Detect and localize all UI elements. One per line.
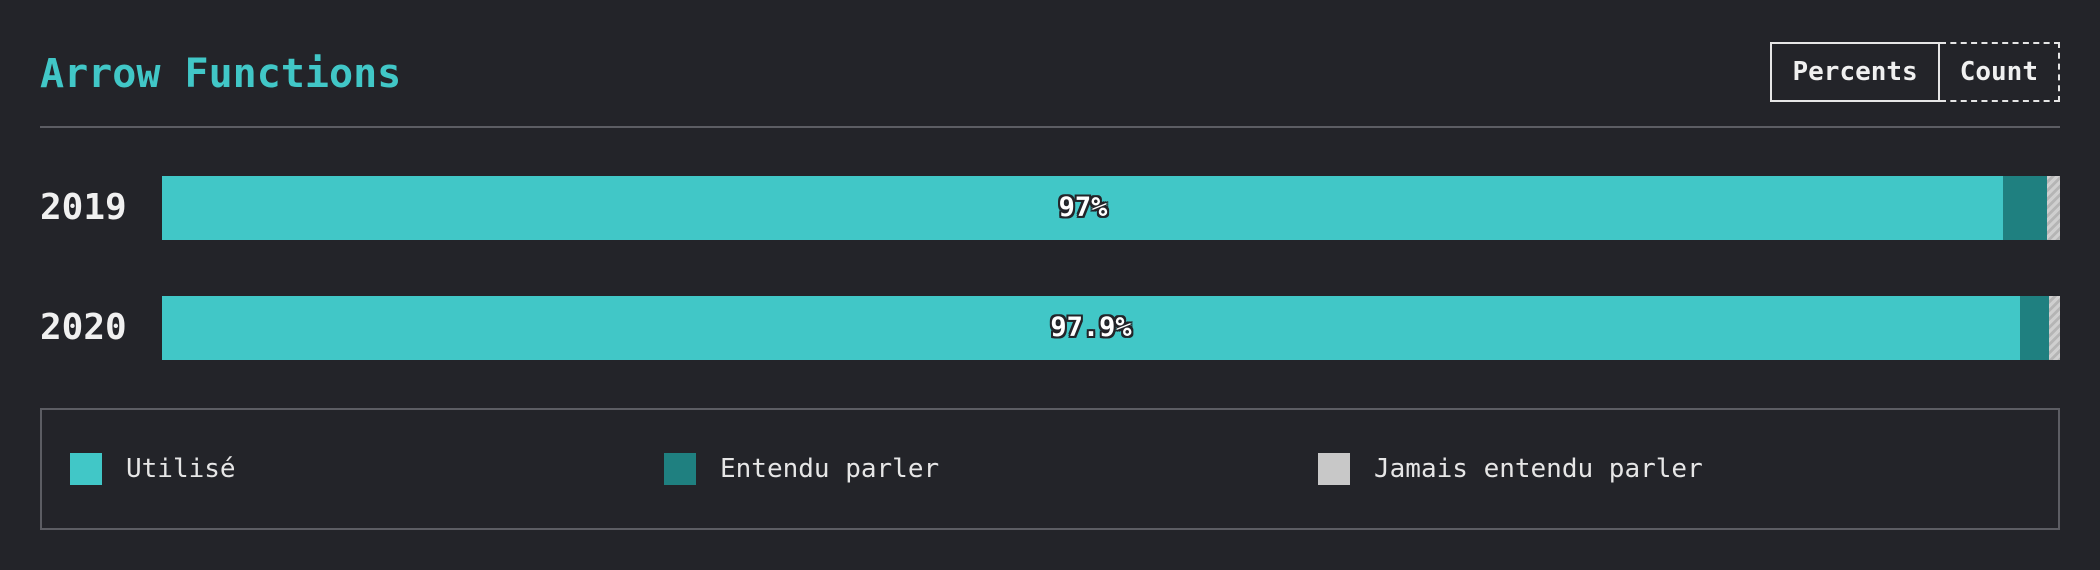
legend-item-heard[interactable]: Entendu parler: [664, 410, 939, 528]
bar-segment-never[interactable]: [2047, 176, 2060, 240]
chart-title: Arrow Functions: [40, 51, 402, 97]
unit-toggle: Percents Count: [1770, 42, 2060, 102]
legend-swatch: [70, 453, 102, 485]
bar-segment-heard[interactable]: [2003, 176, 2047, 240]
stacked-bar[interactable]: 97%: [162, 176, 2060, 240]
bar-row: 2019 97%: [40, 176, 2060, 240]
chart-legend: Utilisé Entendu parler Jamais entendu parl…: [40, 408, 2060, 530]
bar-segment-never[interactable]: [2049, 296, 2060, 360]
legend-item-used[interactable]: Utilisé: [70, 410, 236, 528]
chart-header: Arrow Functions Percents Count: [40, 40, 2060, 108]
legend-swatch: [1318, 453, 1350, 485]
bar-data-label: 97.9%: [1050, 312, 1132, 343]
legend-swatch: [664, 453, 696, 485]
stacked-bar[interactable]: 97.9%: [162, 296, 2060, 360]
count-button[interactable]: Count: [1939, 42, 2060, 102]
percents-button[interactable]: Percents: [1770, 42, 1940, 102]
legend-label: Jamais entendu parler: [1374, 454, 1703, 484]
chart-block: Arrow Functions Percents Count 2019 97% 20…: [40, 0, 2060, 570]
row-category-label: 2020: [40, 307, 127, 348]
bar-data-label: 97%: [1058, 192, 1108, 223]
row-category-label: 2019: [40, 187, 127, 228]
legend-item-never[interactable]: Jamais entendu parler: [1318, 410, 1703, 528]
legend-label: Utilisé: [126, 454, 236, 484]
header-divider: [40, 126, 2060, 128]
bar-segment-heard[interactable]: [2020, 296, 2049, 360]
legend-label: Entendu parler: [720, 454, 940, 484]
bar-row: 2020 97.9%: [40, 296, 2060, 360]
